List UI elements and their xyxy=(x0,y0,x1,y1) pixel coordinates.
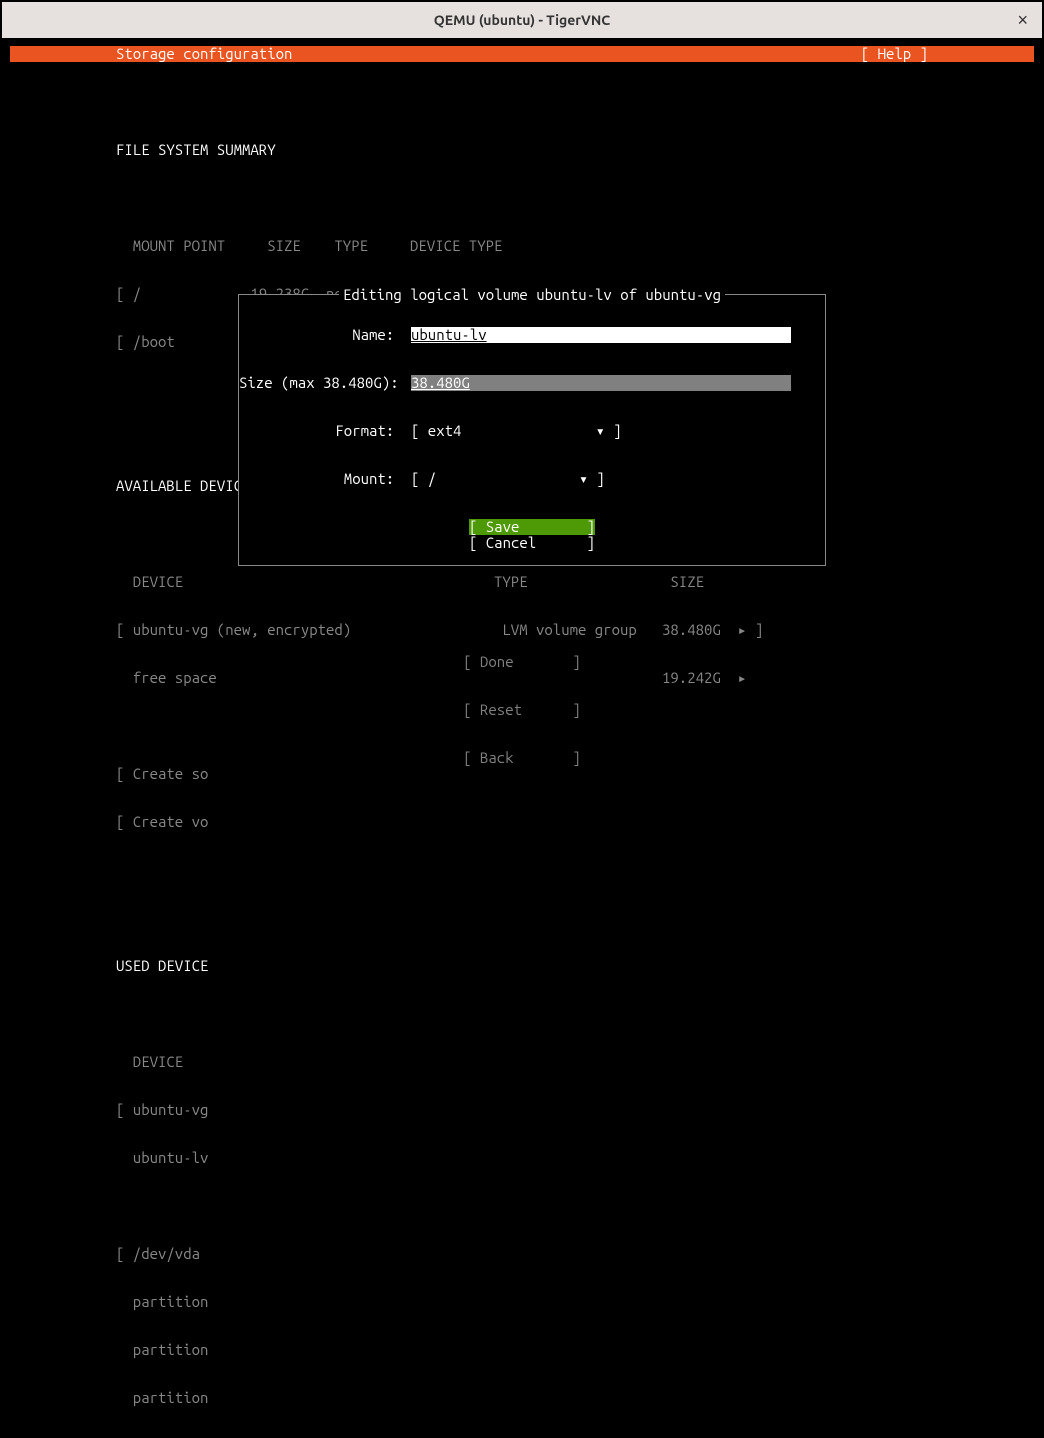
name-input[interactable]: ubuntu-lv xyxy=(411,327,791,343)
terminal: Storage configuration [ Help ] FILE SYST… xyxy=(10,46,1034,810)
ud-row-ubuntu-vg[interactable]: [ ubuntu-vg xyxy=(116,1102,1034,1118)
back-button[interactable]: [ Back ] xyxy=(463,750,581,766)
window-titlebar: QEMU (ubuntu) - TigerVNC × xyxy=(0,0,1044,38)
format-select[interactable]: [ ext4 ▾ ] xyxy=(411,423,622,439)
format-label: Format: xyxy=(239,423,411,439)
page-title: Storage configuration xyxy=(116,46,292,62)
save-button[interactable]: [ Save ] xyxy=(469,519,595,535)
reset-button[interactable]: [ Reset ] xyxy=(463,702,581,718)
edit-logical-volume-dialog: Editing logical volume ubuntu-lv of ubun… xyxy=(238,294,826,566)
mount-label: Mount: xyxy=(239,471,411,487)
av-table-header: DEVICE TYPE SIZE xyxy=(116,574,1034,590)
ud-row-ubuntu-lv[interactable]: ubuntu-lv xyxy=(116,1150,1034,1166)
ud-row-partition-3[interactable]: partition xyxy=(116,1390,1034,1406)
name-label: Name: xyxy=(239,327,411,343)
help-button[interactable]: [ Help ] xyxy=(861,46,928,62)
bottom-buttons: [ Done ] [ Reset ] [ Back ] xyxy=(463,622,581,798)
create-vo-truncated[interactable]: [ Create vo xyxy=(116,814,1034,830)
cancel-button[interactable]: [ Cancel ] xyxy=(469,535,595,551)
fs-table-header: MOUNT POINT SIZE TYPE DEVICE TYPE xyxy=(116,238,1034,254)
ud-table-header: DEVICE xyxy=(116,1054,1034,1070)
size-label: Size (max 38.480G): xyxy=(239,375,411,391)
close-icon[interactable]: × xyxy=(1017,10,1028,31)
ud-row-partition-1[interactable]: partition xyxy=(116,1294,1034,1310)
header-bar: Storage configuration [ Help ] xyxy=(10,46,1034,62)
size-input[interactable]: 38.480G xyxy=(411,375,791,391)
window-title: QEMU (ubuntu) - TigerVNC xyxy=(434,12,610,28)
ud-row-dev-vda[interactable]: [ /dev/vda xyxy=(116,1246,1034,1262)
ud-row-partition-2[interactable]: partition xyxy=(116,1342,1034,1358)
window-body: Storage configuration [ Help ] FILE SYST… xyxy=(0,38,1044,820)
dialog-title: Editing logical volume ubuntu-lv of ubun… xyxy=(339,287,725,303)
mount-select[interactable]: [ / ▾ ] xyxy=(411,471,605,487)
section-used-device: USED DEVICE xyxy=(116,958,1034,974)
section-file-system-summary: FILE SYSTEM SUMMARY xyxy=(116,142,1034,158)
done-button[interactable]: [ Done ] xyxy=(463,654,581,670)
